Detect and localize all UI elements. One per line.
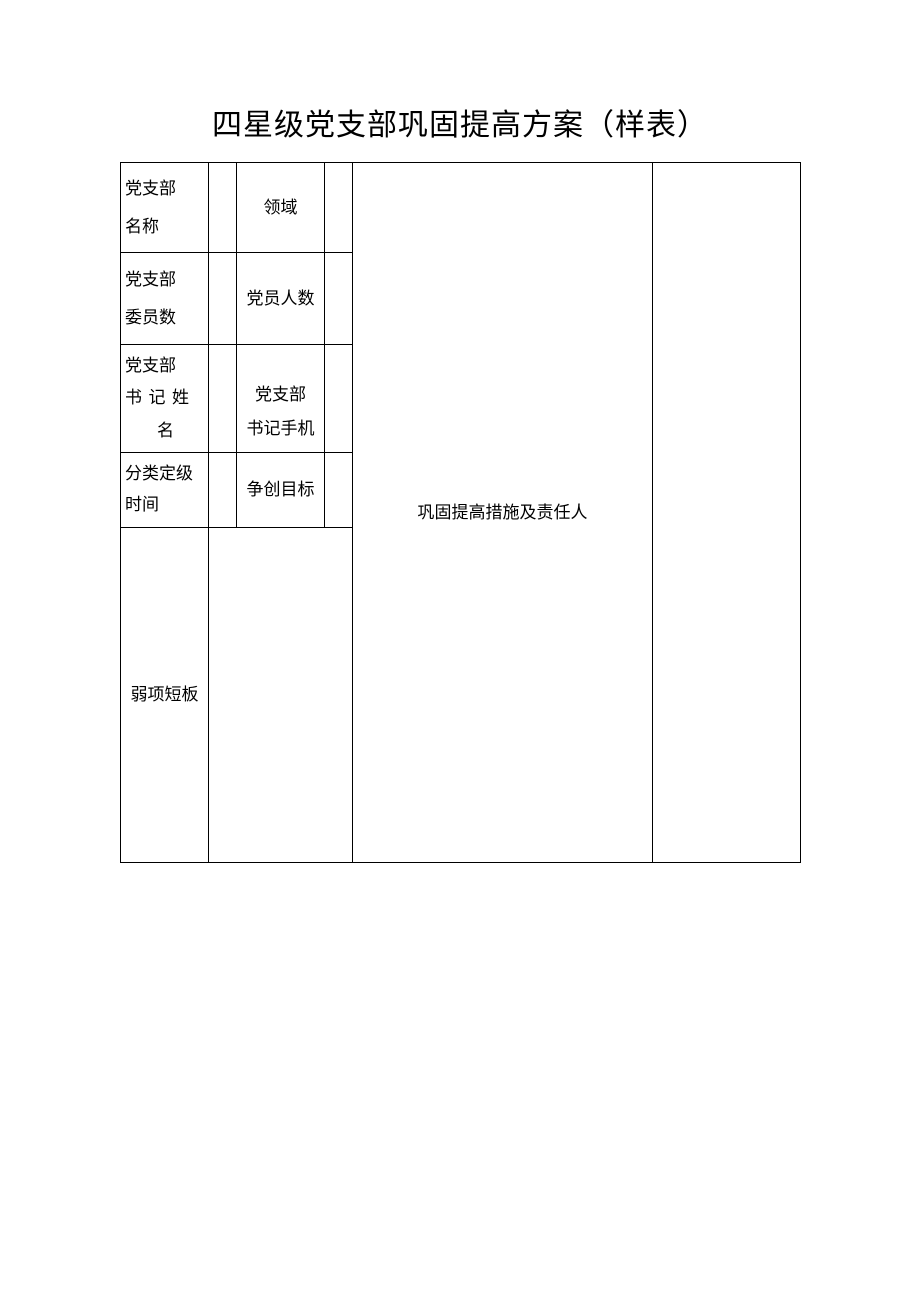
value-member-count [325, 253, 353, 345]
document-page: 四星级党支部巩固提高方案（样表） 党支部名称 领域 巩固提高措施及责任人 党支部… [0, 0, 920, 863]
value-measures [653, 163, 801, 863]
table-row: 党支部名称 领域 巩固提高措施及责任人 [121, 163, 801, 253]
label-goal: 争创目标 [237, 453, 325, 528]
value-domain [325, 163, 353, 253]
value-committee-count [209, 253, 237, 345]
label-classification-date: 分类定级时间 [121, 453, 209, 528]
form-table: 党支部名称 领域 巩固提高措施及责任人 党支部委员数 党员人数 党支部书记姓名 … [120, 162, 801, 863]
label-measures: 巩固提高措施及责任人 [353, 163, 653, 863]
label-branch-name: 党支部名称 [121, 163, 209, 253]
value-secretary-name [209, 345, 237, 453]
label-domain: 领域 [237, 163, 325, 253]
value-secretary-phone [325, 345, 353, 453]
label-member-count: 党员人数 [237, 253, 325, 345]
label-committee-count: 党支部委员数 [121, 253, 209, 345]
label-secretary-name: 党支部书记姓名 [121, 345, 209, 453]
value-branch-name [209, 163, 237, 253]
value-classification-date [209, 453, 237, 528]
document-title: 四星级党支部巩固提高方案（样表） [120, 100, 800, 144]
value-weakness [209, 528, 353, 863]
label-weakness: 弱项短板 [121, 528, 209, 863]
value-goal [325, 453, 353, 528]
label-secretary-phone: 党支部书记手机 [237, 345, 325, 453]
